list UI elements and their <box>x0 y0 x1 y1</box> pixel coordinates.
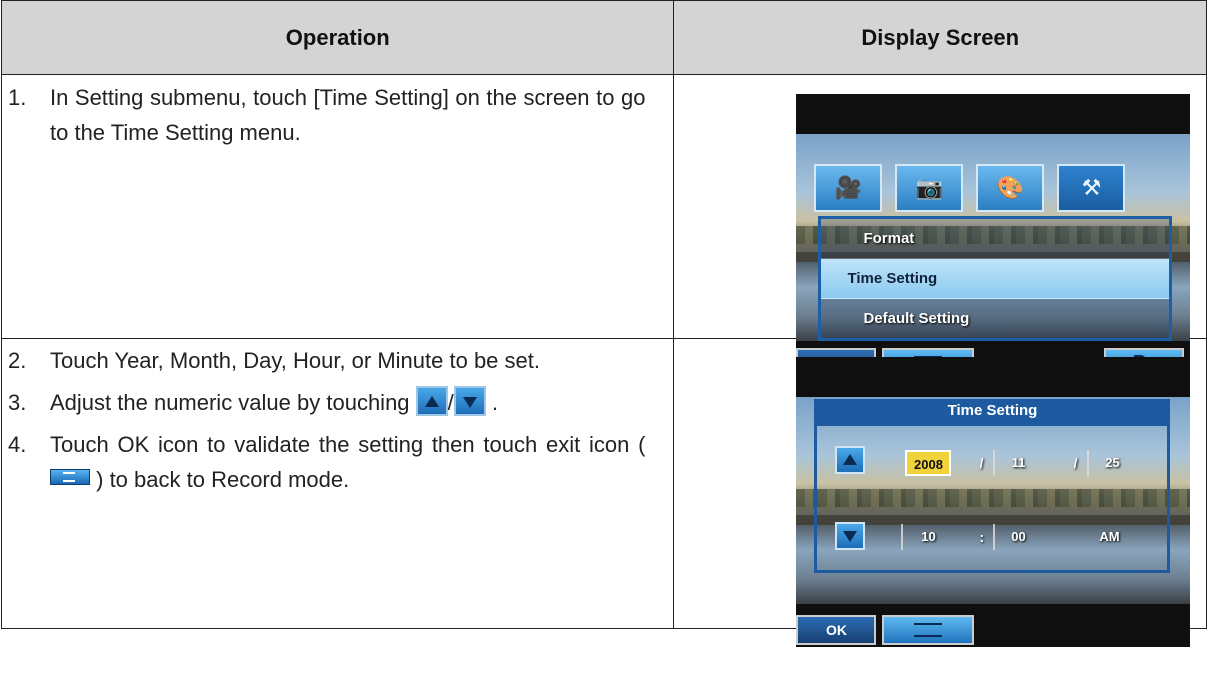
step-number: 1. <box>8 85 27 110</box>
hour-field[interactable]: 10 <box>913 524 943 550</box>
day-field[interactable]: 25 <box>1097 450 1127 476</box>
step-text-end: . <box>491 390 499 415</box>
year-field[interactable]: 2008 <box>905 450 952 476</box>
step-1-cell: 1. In Setting submenu, touch [Time Setti… <box>0 74 675 339</box>
display-screen-header: Display Screen <box>673 0 1207 75</box>
step-1: 1. In Setting submenu, touch [Time Setti… <box>8 80 645 150</box>
camera-icon[interactable]: 📷 <box>895 164 964 212</box>
mode-tabs: 🎥 📷 🎨 ⚒ <box>814 164 1126 212</box>
step-number: 2. <box>8 348 27 373</box>
ok-button[interactable]: OK <box>796 615 877 645</box>
operation-header: Operation <box>0 0 675 75</box>
operation-table: Operation Display Screen 1. In Setting s… <box>0 0 1207 647</box>
tools-icon[interactable]: ⚒ <box>1057 164 1126 212</box>
palette-icon[interactable]: 🎨 <box>976 164 1045 212</box>
time-setting-panel: 2008 / 11 / 25 10 : 00 AM <box>814 423 1171 573</box>
screen-1-cell: 🎥 📷 🎨 ⚒ Format Time Setting Default Sett… <box>673 74 1207 384</box>
menu-item-format[interactable]: Format <box>821 219 1170 259</box>
down-arrow-button[interactable] <box>835 522 866 550</box>
step-number: 4. <box>8 432 27 457</box>
month-field[interactable]: 11 <box>1003 450 1033 476</box>
exit-button[interactable] <box>882 615 975 645</box>
step-text-end: ) to back to Record mode. <box>96 467 350 492</box>
down-arrow-icon <box>453 386 486 416</box>
menu-item-default-setting[interactable]: Default Setting <box>821 299 1169 338</box>
exit-icon <box>914 623 943 637</box>
step-text: Touch OK icon to validate the setting th… <box>50 432 646 457</box>
step-text: Adjust the numeric value by touching <box>50 390 410 415</box>
step-3: 3. Adjust the numeric value by touching … <box>8 385 645 420</box>
minute-field[interactable]: 00 <box>1003 524 1033 550</box>
step-number: 3. <box>8 390 27 415</box>
ampm-field[interactable]: AM <box>1089 524 1129 550</box>
menu-item-time-setting[interactable]: Time Setting <box>821 259 1170 299</box>
screen-2-cell: Time Setting 2008 / 11 / 25 10 : 00 AM O… <box>673 338 1207 647</box>
bottom-bar: OK <box>796 615 1190 645</box>
step-text: In Setting submenu, touch [Time Setting]… <box>50 85 646 145</box>
time-separator: : <box>979 529 985 545</box>
time-setting-title: Time Setting <box>814 399 1171 423</box>
video-camera-icon[interactable]: 🎥 <box>814 164 883 212</box>
exit-icon <box>50 469 90 485</box>
date-separator: / <box>1073 455 1078 471</box>
setting-submenu: Format Time Setting Default Setting <box>818 216 1173 341</box>
step-4: 4. Touch OK icon to validate the setting… <box>8 427 645 497</box>
step-text: Touch Year, Month, Day, Hour, or Minute … <box>50 348 540 373</box>
up-arrow-button[interactable] <box>835 446 866 474</box>
up-arrow-icon <box>415 386 448 416</box>
date-separator: / <box>979 455 984 471</box>
steps-2-4-cell: 2. Touch Year, Month, Day, Hour, or Minu… <box>0 338 675 629</box>
camera-screen-time-setting: Time Setting 2008 / 11 / 25 10 : 00 AM O… <box>796 357 1191 647</box>
step-2: 2. Touch Year, Month, Day, Hour, or Minu… <box>8 343 645 378</box>
